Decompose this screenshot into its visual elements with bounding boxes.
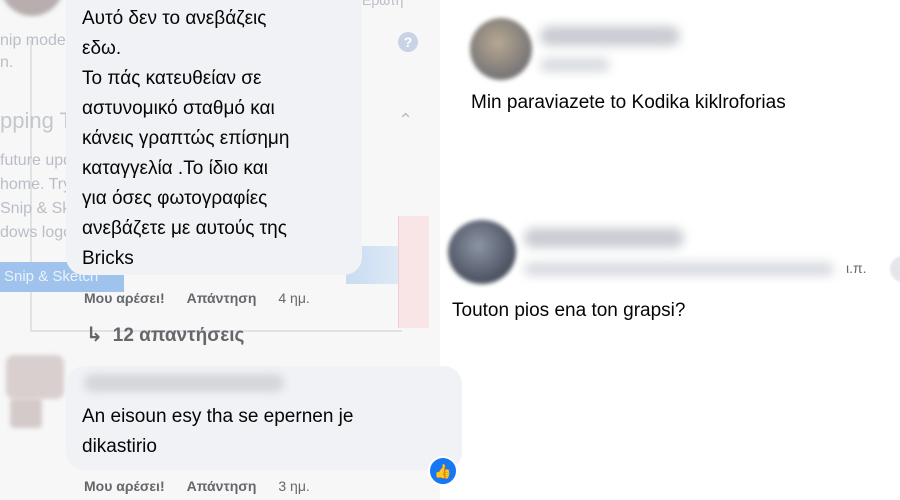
comment-text: Touton pios ena ton grapsi?	[452, 300, 686, 321]
avatar[interactable]	[6, 355, 64, 399]
background-line: n.	[0, 54, 14, 71]
comment-time[interactable]: ι.π.	[846, 260, 867, 276]
comment-text: An eisoun esy tha se epernen je dikastir…	[82, 406, 354, 457]
comment-actions: Μου αρέσει! Απάντηση 4 ημ.	[84, 290, 310, 306]
avatar-fragment	[10, 398, 42, 428]
commenter-name[interactable]	[540, 26, 680, 46]
commenter-name[interactable]	[84, 374, 284, 392]
like-button[interactable]: Μου αρέσει!	[84, 478, 165, 494]
thumbs-up-icon[interactable]: 👍	[428, 456, 458, 486]
question-circle-icon: ?	[398, 32, 418, 52]
view-replies-link[interactable]: ↳ 12 απαντήσεις	[86, 322, 244, 347]
more-options-icon[interactable]	[890, 256, 900, 282]
reply-button[interactable]: Απάντηση	[187, 478, 257, 494]
avatar[interactable]	[470, 18, 532, 80]
reply-button[interactable]: Απάντηση	[187, 290, 257, 306]
reply-arrow-icon: ↳	[86, 324, 103, 346]
comment-time[interactable]: 3 ημ.	[278, 478, 309, 494]
like-button[interactable]: Μου αρέσει!	[84, 290, 165, 306]
commenter-name[interactable]	[524, 228, 684, 248]
comment-text: Min paraviazete to Kodika kiklroforias	[471, 92, 786, 113]
avatar[interactable]	[448, 220, 516, 284]
comment-text: Αυτό δεν το ανεβάζεις εδω. Το πάς κατευθ…	[82, 8, 290, 269]
background-topright: Ερώτη	[362, 0, 404, 8]
background-block	[398, 216, 429, 328]
comment-meta	[524, 262, 834, 276]
comment-time[interactable]: 4 ημ.	[278, 290, 309, 306]
comment-meta	[540, 58, 610, 72]
comment-actions: Μου αρέσει! Απάντηση 3 ημ.	[84, 478, 310, 494]
replies-count: 12 απαντήσεις	[112, 325, 245, 346]
chevron-up-icon: ⌃	[398, 110, 414, 130]
